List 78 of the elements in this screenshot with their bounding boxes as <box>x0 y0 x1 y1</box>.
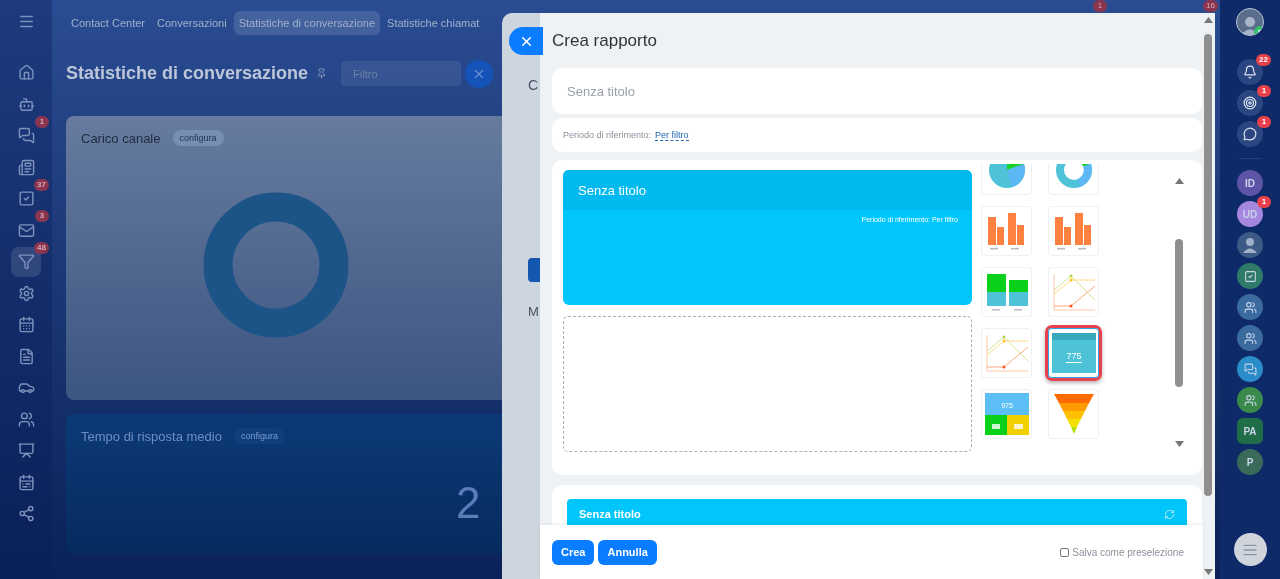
person-icon <box>1243 237 1257 253</box>
cancel-button[interactable]: Annulla <box>598 539 657 565</box>
counter-badge: 1 <box>1257 116 1271 128</box>
contacts-icon <box>17 410 35 428</box>
counter-badge: 1 <box>1257 196 1271 208</box>
card-title: Tempo di risposta medio <box>81 428 222 444</box>
pin-icon[interactable] <box>316 68 328 79</box>
user-avatar[interactable] <box>1236 8 1264 36</box>
settings-icon <box>17 284 35 302</box>
chat-avatar[interactable]: P <box>1237 449 1263 475</box>
chart-type-option[interactable]: 775 <box>1045 325 1102 381</box>
chat-avatar[interactable]: PA <box>1237 418 1263 444</box>
card-title: Carico canale <box>81 130 161 146</box>
share-icon <box>17 505 35 522</box>
panel-heading: C <box>528 77 539 93</box>
tasks-icon <box>17 190 35 207</box>
counter-badge: 1 <box>1257 85 1271 97</box>
presentation-icon <box>17 442 35 459</box>
period-link[interactable]: Per filtro <box>655 129 689 141</box>
nav-tab[interactable]: Statistiche di conversazione <box>233 10 381 35</box>
scrollbar-thumb[interactable] <box>1175 239 1183 387</box>
target-button[interactable] <box>1237 90 1263 116</box>
chat-button[interactable] <box>1237 121 1263 147</box>
group-icon <box>1243 331 1257 345</box>
create-button[interactable]: Crea <box>552 539 595 565</box>
scroll-up-icon[interactable] <box>1174 178 1184 184</box>
user-avatar[interactable] <box>1237 232 1263 258</box>
counter-badge: 1 <box>35 115 49 128</box>
widget-title: Senza titolo <box>563 170 972 210</box>
checkbox-label: Salva come preselezione <box>1072 546 1184 558</box>
group-chat[interactable] <box>1237 294 1263 320</box>
configure-link[interactable]: configura <box>172 130 224 146</box>
configure-link[interactable]: configura <box>233 428 285 444</box>
number-widget-icon: 775 <box>1050 331 1097 375</box>
mail-icon <box>17 221 35 239</box>
metric-value: 2 <box>456 478 481 528</box>
nav-tab[interactable]: Contact Center <box>66 10 150 35</box>
title-field[interactable]: Senza titolo <box>552 68 1202 114</box>
feed-icon <box>17 158 35 176</box>
page-title: Statistiche di conversazione <box>66 63 309 84</box>
counter-badge: 1 <box>1093 0 1108 12</box>
bell-icon <box>1243 65 1257 79</box>
messages-icon <box>1243 362 1257 376</box>
counter-badge: 48 <box>34 241 49 254</box>
counter-badge: 16 <box>1203 0 1218 12</box>
group-chat[interactable] <box>1237 325 1263 351</box>
scroll-up-icon[interactable] <box>1203 17 1213 23</box>
checkbox-icon <box>1243 269 1257 283</box>
bot-icon <box>17 95 35 113</box>
chat-icon <box>17 127 35 144</box>
scroll-down-icon[interactable] <box>1174 441 1184 447</box>
menu-button[interactable] <box>1233 533 1267 566</box>
counter-badge: 22 <box>1256 54 1271 66</box>
document-icon <box>17 347 35 365</box>
scrollbar-thumb[interactable] <box>1204 34 1212 496</box>
close-button[interactable] <box>509 27 543 55</box>
group-chat[interactable] <box>1237 387 1263 413</box>
widget-title: Senza titolo <box>579 508 641 520</box>
target-icon <box>1243 96 1257 110</box>
messages-chat[interactable] <box>1237 356 1263 382</box>
chat-icon <box>1243 127 1257 141</box>
period-label: Periodo di riferimento: <box>563 130 652 140</box>
nav-tab[interactable]: Conversazioni <box>152 10 232 35</box>
scroll-down-icon[interactable] <box>1203 569 1213 575</box>
counter-badge: 37 <box>34 178 49 191</box>
section-heading: M <box>528 304 539 319</box>
group-icon <box>1243 300 1257 314</box>
checkbox[interactable] <box>1060 547 1070 557</box>
home-icon <box>17 64 35 81</box>
checkbox-chat[interactable] <box>1237 263 1263 289</box>
planner-icon <box>17 473 35 491</box>
nav-tab[interactable]: Statistiche chiamat <box>382 10 485 35</box>
chat-avatar[interactable]: ID <box>1237 170 1263 196</box>
funnel-icon <box>17 253 35 270</box>
dialog-title: Crea rapporto <box>552 29 658 52</box>
calendar-icon <box>17 316 35 333</box>
group-icon <box>1243 393 1257 407</box>
counter-badge: 3 <box>35 210 49 222</box>
